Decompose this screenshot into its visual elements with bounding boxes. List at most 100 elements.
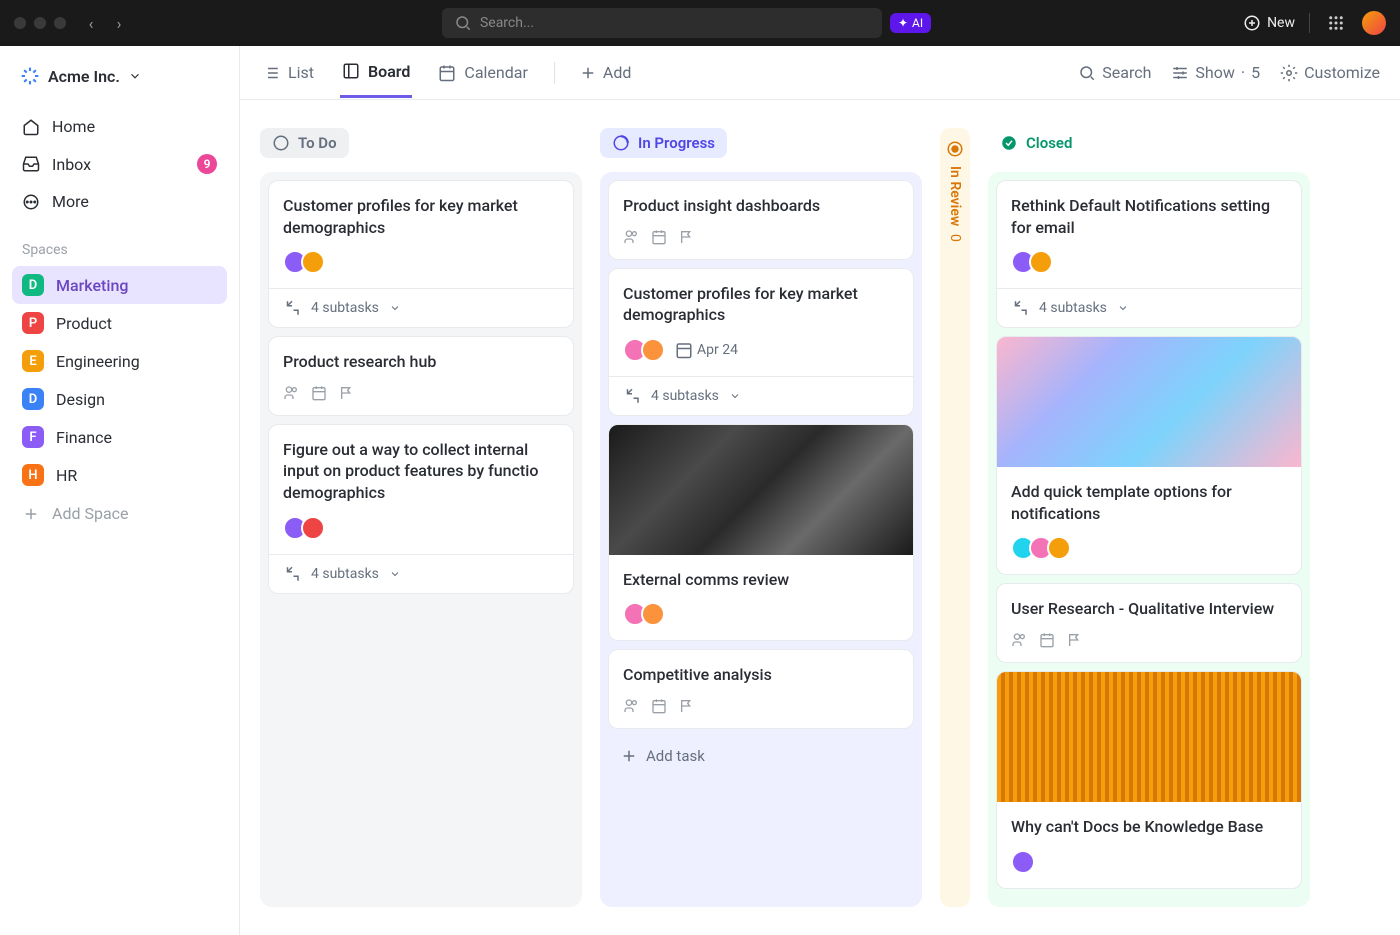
nav-home[interactable]: Home (12, 108, 227, 145)
task-title: Competitive analysis (623, 664, 899, 686)
assignee-avatars (1011, 850, 1035, 874)
space-label: Engineering (56, 352, 140, 371)
date-icon (311, 385, 327, 401)
task-title: Product research hub (283, 351, 559, 373)
subtask-icon (623, 387, 641, 405)
task-card[interactable]: Rethink Default Notifications setting fo… (996, 180, 1302, 328)
task-card[interactable]: Competitive analysis (608, 649, 914, 729)
column-header[interactable]: Closed (988, 128, 1084, 158)
workspace-switcher[interactable]: Acme Inc. (12, 60, 227, 92)
home-icon (22, 118, 40, 136)
plus-icon (22, 505, 40, 523)
view-calendar[interactable]: Calendar (436, 49, 529, 96)
apps-button[interactable] (1324, 11, 1348, 35)
space-item-engineering[interactable]: E Engineering (12, 342, 227, 380)
card-image (997, 672, 1301, 802)
task-card[interactable]: Why can't Docs be Knowledge Base (996, 671, 1302, 889)
show-button[interactable]: Show · 5 (1171, 63, 1260, 82)
assignee-icon (623, 229, 639, 245)
customize-button[interactable]: Customize (1280, 63, 1380, 82)
ai-button[interactable]: ✦ AI (890, 13, 931, 33)
assignee-icon (283, 385, 299, 401)
nav-more[interactable]: More (12, 183, 227, 220)
assignee-icon (623, 698, 639, 714)
column-closed: Closed Rethink Default Notifications set… (988, 128, 1310, 907)
assignee-avatars (1011, 250, 1053, 274)
task-card[interactable]: Customer profiles for key market demogra… (268, 180, 574, 328)
add-view-button[interactable]: Add (579, 63, 631, 82)
flag-icon (1067, 632, 1083, 648)
chevron-down-icon (128, 69, 142, 83)
space-icon: D (22, 388, 44, 410)
task-card[interactable]: User Research - Qualitative Interview (996, 583, 1302, 663)
space-icon: E (22, 350, 44, 372)
card-subtasks[interactable]: 4 subtasks (269, 554, 573, 593)
calendar-icon (675, 341, 693, 359)
search-icon (454, 14, 472, 32)
card-subtasks[interactable]: 4 subtasks (997, 288, 1301, 327)
plus-icon (620, 747, 638, 765)
view-list[interactable]: List (260, 49, 316, 96)
date-icon (651, 229, 667, 245)
nav-inbox[interactable]: Inbox 9 (12, 145, 227, 183)
subtask-icon (1011, 299, 1029, 317)
assignee-avatars (623, 338, 665, 362)
chevron-down-icon (729, 390, 741, 402)
task-card[interactable]: External comms review (608, 424, 914, 642)
space-label: Marketing (56, 276, 128, 295)
search-input[interactable]: Search... (442, 8, 882, 38)
view-board[interactable]: Board (340, 48, 412, 98)
card-image (997, 337, 1301, 467)
task-title: External comms review (623, 569, 899, 591)
task-card[interactable]: Product insight dashboards (608, 180, 914, 260)
assignee-avatars (1011, 536, 1071, 560)
sliders-icon (1171, 64, 1189, 82)
column-header[interactable]: In Progress (600, 128, 727, 158)
kanban-board: To Do Customer profiles for key market d… (240, 100, 1400, 935)
column-inreview-collapsed[interactable]: In Review 0 (940, 128, 970, 907)
space-item-hr[interactable]: HHR (12, 456, 227, 494)
date-icon (1039, 632, 1055, 648)
card-subtasks[interactable]: 4 subtasks (269, 288, 573, 327)
assignee-avatars (283, 516, 325, 540)
task-title: Figure out a way to collect internal inp… (283, 439, 559, 504)
space-item-design[interactable]: DDesign (12, 380, 227, 418)
task-card[interactable]: Add quick template options for notificat… (996, 336, 1302, 575)
task-card[interactable]: Customer profiles for key market demogra… (608, 268, 914, 416)
card-subtasks[interactable]: 4 subtasks (609, 376, 913, 415)
column-count: 0 (947, 234, 963, 242)
space-icon: D (22, 274, 44, 296)
space-item-marketing[interactable]: D Marketing (12, 266, 227, 304)
workspace-logo-icon (20, 66, 40, 86)
task-title: Rethink Default Notifications setting fo… (1011, 195, 1287, 238)
add-space-button[interactable]: Add Space (12, 494, 227, 533)
space-item-finance[interactable]: FFinance (12, 418, 227, 456)
user-avatar[interactable] (1362, 11, 1386, 35)
task-card[interactable]: Figure out a way to collect internal inp… (268, 424, 574, 594)
add-task-button[interactable]: Add task (608, 737, 914, 775)
grid-icon (1327, 14, 1345, 32)
task-title: Add quick template options for notificat… (1011, 481, 1287, 524)
space-label: Product (56, 314, 112, 333)
flag-icon (679, 698, 695, 714)
column-label: In Review (947, 166, 963, 226)
flag-icon (679, 229, 695, 245)
space-item-product[interactable]: PProduct (12, 304, 227, 342)
task-card[interactable]: Product research hub (268, 336, 574, 416)
status-icon (272, 134, 290, 152)
forward-button[interactable]: › (108, 12, 130, 34)
task-title: User Research - Qualitative Interview (1011, 598, 1287, 620)
window-controls (14, 17, 66, 29)
new-button[interactable]: New (1243, 14, 1295, 32)
space-label: HR (56, 466, 77, 485)
task-title: Customer profiles for key market demogra… (623, 283, 899, 326)
view-toolbar: List Board Calendar Add Search (240, 46, 1400, 100)
status-icon (1000, 134, 1018, 152)
column-todo: To Do Customer profiles for key market d… (260, 128, 582, 907)
topbar: ‹ › Search... ✦ AI New (0, 0, 1400, 46)
inbox-icon (22, 155, 40, 173)
column-header[interactable]: To Do (260, 128, 349, 158)
back-button[interactable]: ‹ (80, 12, 102, 34)
search-button[interactable]: Search (1078, 63, 1151, 82)
assignee-avatars (623, 602, 665, 626)
